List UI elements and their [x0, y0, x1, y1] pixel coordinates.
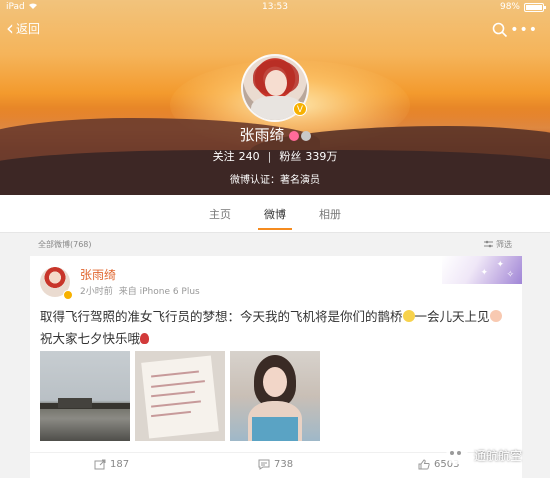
comment-icon [258, 459, 270, 470]
rose-emoji-icon [140, 333, 150, 344]
tab-album[interactable]: 相册 [319, 206, 341, 222]
chevron-left-icon: ‹ [6, 15, 14, 40]
post-card[interactable]: ✦ ✧ ✦ 张雨绮 2小时前 来自 iPhone 6 Plus 取得飞行驾照的准女… [30, 256, 522, 478]
watermark-text: 通航航空 [474, 448, 523, 463]
avatar-face [265, 70, 287, 96]
member-level-icon [288, 130, 299, 141]
post-time: 2小时前 [80, 287, 113, 297]
card-decoration: ✦ ✧ ✦ [442, 256, 522, 284]
sparkle-icon: ✦ [480, 268, 488, 278]
filter-button[interactable]: 筛选 [484, 239, 512, 250]
profile-tabs: 主页 微博 相册 [0, 195, 550, 233]
post-source: 来自 iPhone 6 Plus [118, 287, 200, 297]
more-icon[interactable]: ••• [510, 22, 538, 38]
photo-airfield[interactable] [40, 351, 130, 441]
following-count: 240 [238, 150, 260, 163]
thumbs-up-icon [418, 459, 430, 470]
sparkle-icon: ✦ [496, 260, 504, 270]
back-label: 返回 [16, 22, 41, 36]
wechat-logo-icon [446, 446, 468, 464]
smile-emoji-icon [402, 310, 415, 322]
photo-document[interactable] [135, 351, 225, 441]
repost-button[interactable]: 187 [94, 459, 129, 470]
filter-label: 筛选 [496, 240, 512, 249]
battery-percent: 98% [499, 2, 520, 12]
photo-top [252, 417, 298, 441]
verified-badge-icon: V [293, 102, 307, 116]
tab-home[interactable]: 主页 [209, 206, 231, 222]
repost-icon [94, 459, 106, 470]
comment-count: 738 [274, 459, 294, 470]
repost-count: 187 [110, 459, 130, 470]
back-button[interactable]: ‹ 返回 [6, 15, 41, 40]
watermark: 通航航空 [446, 446, 522, 464]
post-author-name[interactable]: 张雨绮 [80, 266, 116, 283]
badge-icon [300, 130, 311, 141]
photo-selfie[interactable] [230, 351, 320, 441]
photo-building [58, 398, 92, 408]
post-text-part: 一会儿天上见 [414, 309, 490, 324]
battery-level [526, 5, 542, 10]
filter-icon [484, 240, 494, 248]
comment-button[interactable]: 738 [258, 459, 293, 470]
following-label: 关注 [212, 150, 235, 163]
battery-icon [524, 3, 546, 12]
hand-emoji-icon [489, 310, 502, 322]
all-weibo-count[interactable]: 全部微博(768) [38, 239, 92, 250]
profile-name: 张雨绮 [239, 126, 285, 144]
following-stat[interactable]: 关注 240 [213, 150, 260, 163]
status-time: 13:53 [262, 2, 288, 12]
profile-stats: 关注 240 | 粉丝 339万 [0, 148, 550, 164]
post-text-part: 祝大家七夕快乐哦 [40, 331, 141, 346]
search-icon[interactable] [492, 22, 508, 38]
verification-text: 微博认证：著名演员 [230, 175, 320, 186]
followers-stat[interactable]: 粉丝 339万 [279, 150, 337, 163]
photo-face [263, 367, 287, 397]
post-text: 取得飞行驾照的准女飞行员的梦想：今天我的飞机将是你们的鹊桥 一会儿天上见 祝大家七… [40, 306, 510, 350]
stats-divider: | [267, 150, 272, 163]
status-bar: iPad 13:53 98% [0, 0, 550, 16]
followers-count: 339万 [305, 150, 338, 163]
feed-header: 全部微博(768) 筛选 [0, 237, 550, 253]
followers-label: 粉丝 [279, 150, 302, 163]
top-nav: ‹ 返回 ••• [0, 18, 550, 44]
weibo-profile-screen: iPad 13:53 98% ‹ 返回 ••• V 张雨绮 关注 240 | 粉丝 33… [0, 0, 550, 478]
post-text-part: 取得飞行驾照的准女飞行员的梦想：今天我的飞机将是你们的鹊桥 [40, 309, 403, 324]
post-meta: 2小时前 来自 iPhone 6 Plus [80, 284, 200, 297]
sparkle-icon: ✧ [506, 270, 514, 280]
profile-name-row: 张雨绮 [0, 124, 550, 145]
verified-badge-icon [63, 290, 73, 300]
active-tab-indicator [258, 228, 292, 230]
tab-weibo[interactable]: 微博 [264, 206, 286, 222]
